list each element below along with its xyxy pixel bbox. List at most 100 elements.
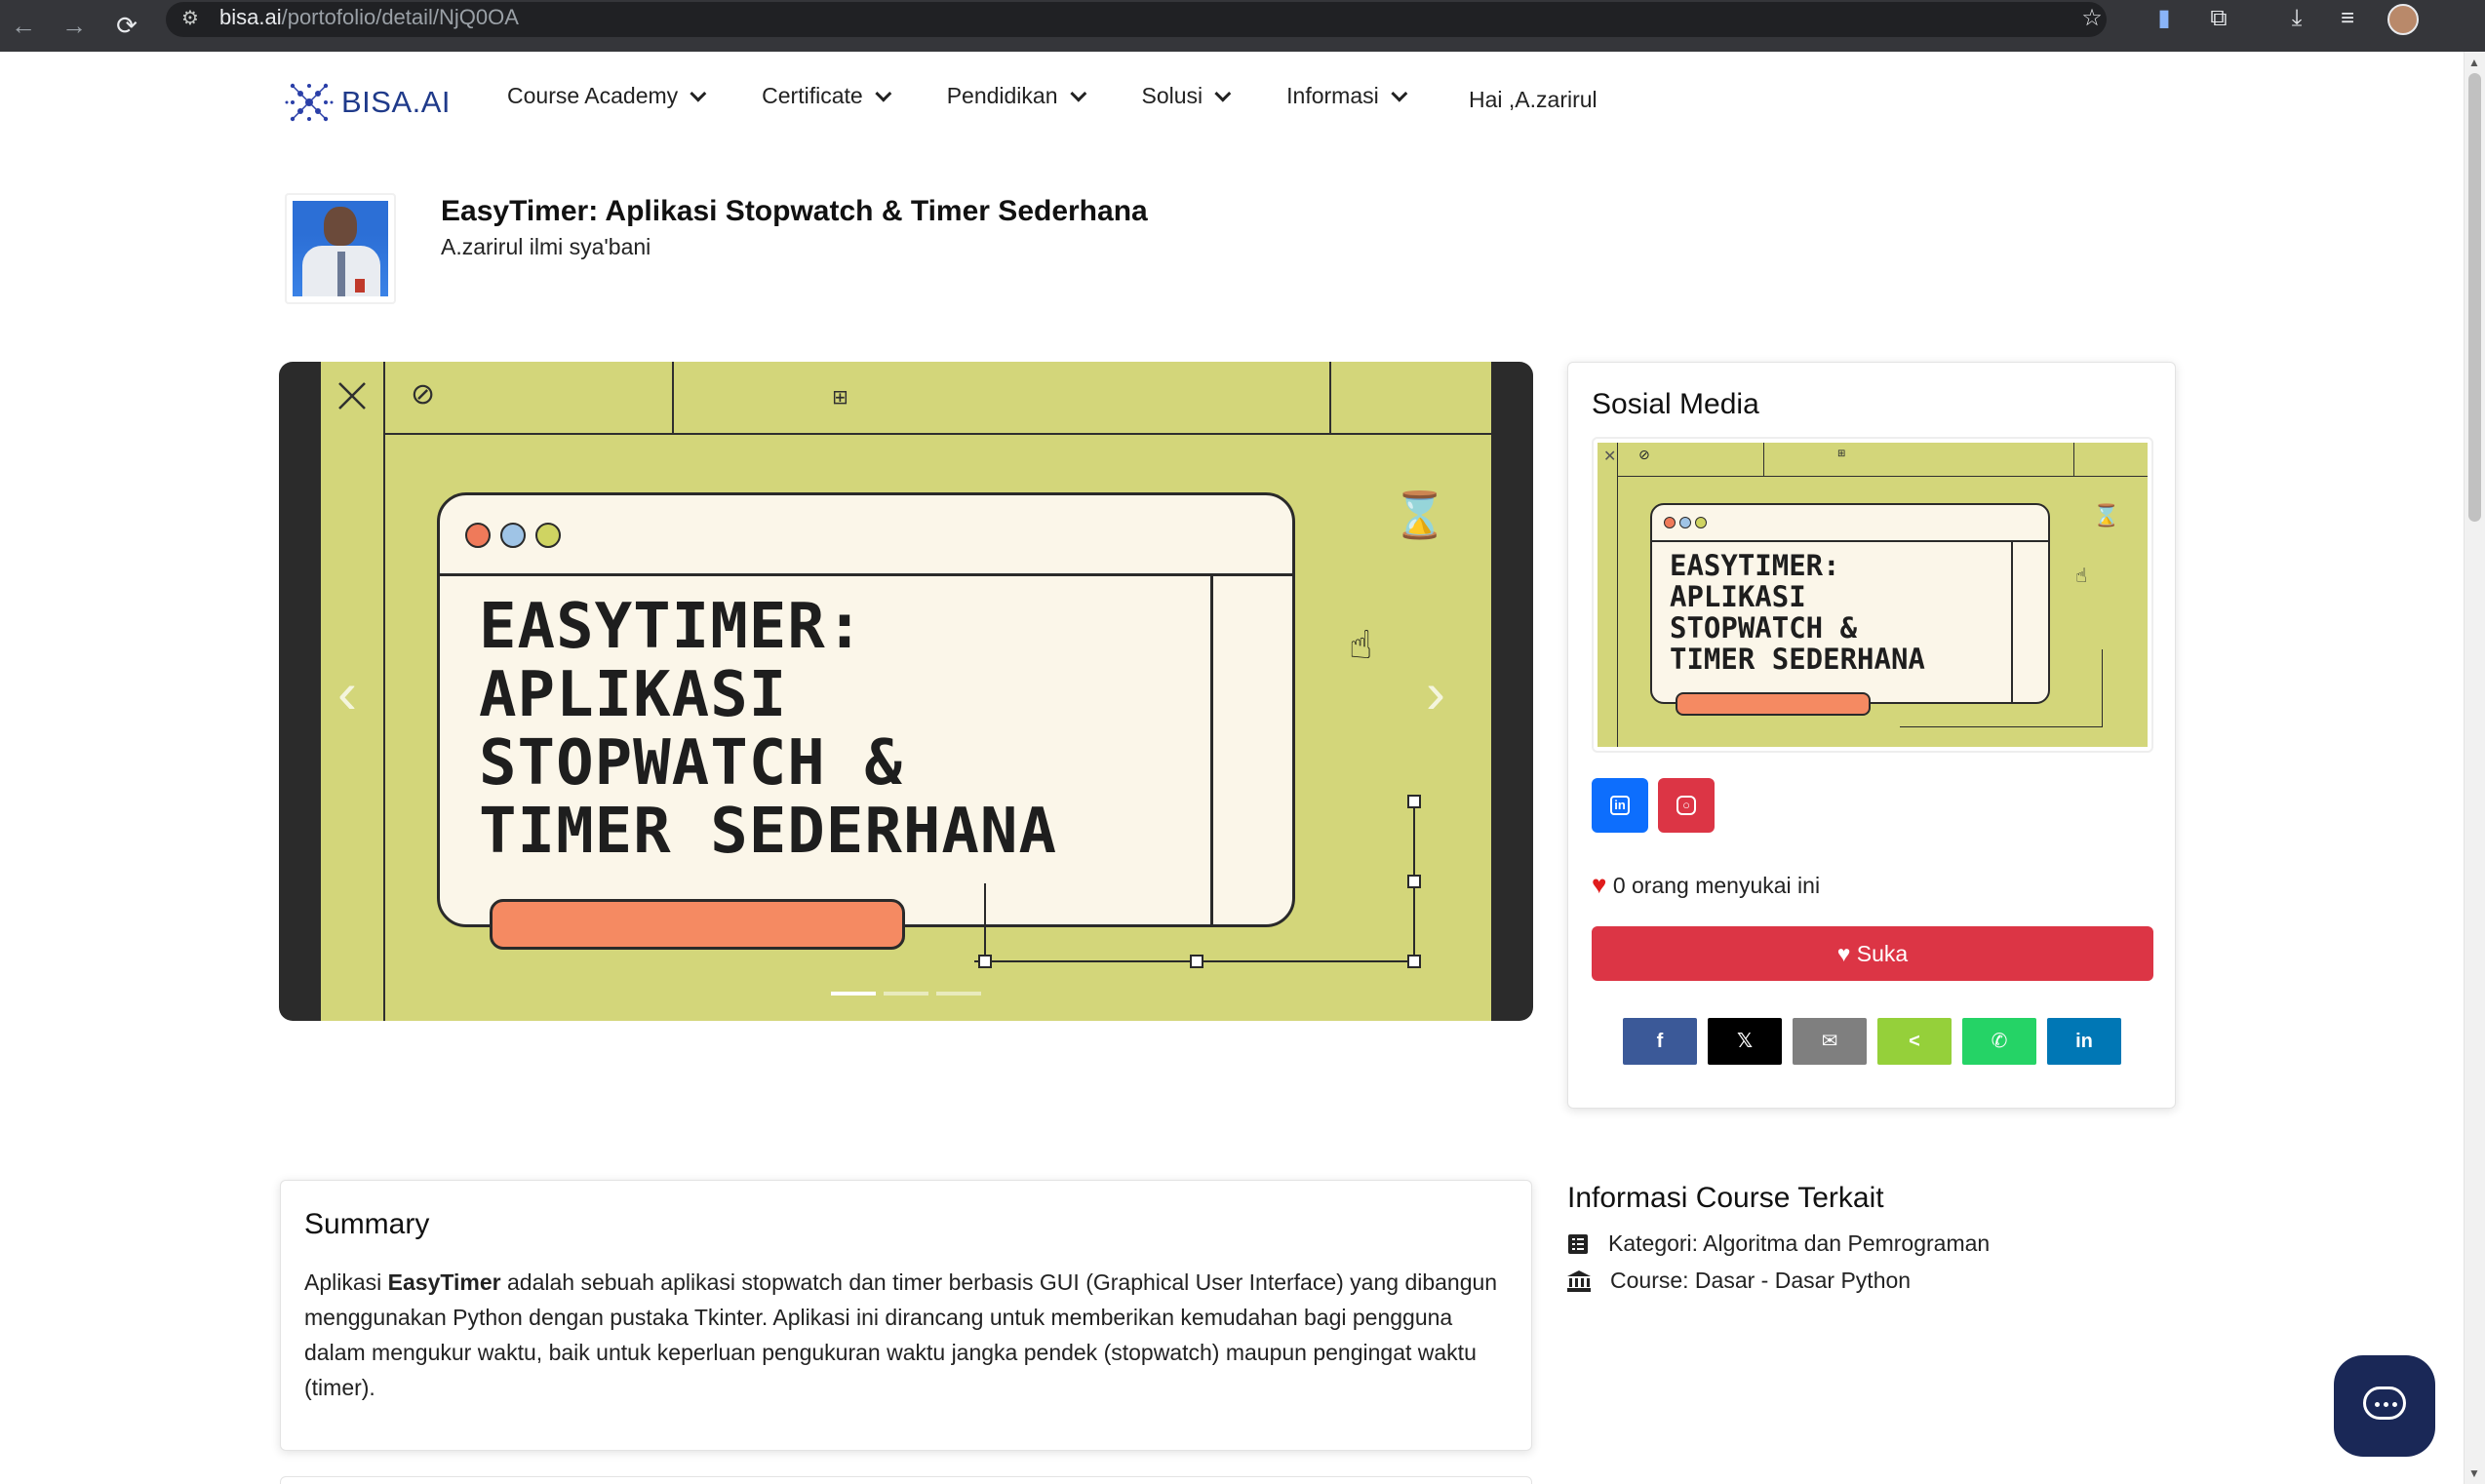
extensions-puzzle-icon[interactable]: ⧉ [2202, 2, 2235, 35]
slide-title-line: APLIKASI [479, 659, 788, 731]
selection-handle [978, 955, 992, 968]
window-dot-red [1664, 517, 1676, 528]
project-thumbnail: ✕ ⊘ ⊞ EASYTIMER: APLIKASI STOPWATCH & TI… [1592, 437, 2153, 753]
url-path: /portofolio/detail/NjQ0OA [281, 5, 519, 29]
selection-handle [1407, 795, 1421, 808]
bookmark-star-icon[interactable]: ☆ [2075, 2, 2109, 35]
list-icon [1568, 1233, 1588, 1254]
carousel-indicator[interactable] [831, 992, 876, 996]
thumb-line [1617, 476, 2148, 477]
thumb-title-line: EASYTIMER: [1670, 549, 1840, 582]
menu-certificate[interactable]: Certificate [762, 83, 892, 109]
share-whatsapp-button[interactable]: ✆ [1962, 1018, 2036, 1065]
share-facebook-button[interactable]: f [1623, 1018, 1697, 1065]
share-x-button[interactable]: 𝕏 [1708, 1018, 1782, 1065]
slide-divider [383, 433, 1491, 435]
selection-line [984, 883, 986, 963]
chat-dot [2375, 1402, 2380, 1407]
summary-lead: Aplikasi [304, 1269, 388, 1295]
hand-cursor-icon: ☝ [2075, 566, 2088, 587]
planet-icon: ⊘ [411, 378, 436, 410]
profile-avatar[interactable] [2387, 4, 2419, 35]
menu-label: Certificate [762, 83, 863, 108]
project-carousel[interactable]: ⊘ ⊞ ⌛ ☝ EASYTIMER: APLIKASI STOPWATCH & … [279, 362, 1533, 1021]
menu-label: Informasi [1286, 83, 1379, 108]
scroll-down-icon[interactable]: ▼ [2468, 1466, 2480, 1480]
selection-frame [974, 801, 1415, 962]
thumb-orange-bar [1676, 692, 1871, 716]
chevron-down-icon [1214, 85, 1232, 102]
reload-button[interactable]: ⟳ [109, 8, 144, 43]
browser-toolbar: ← → ⟳ ⚙ bisa.ai/portofolio/detail/NjQ0OA… [0, 0, 2485, 52]
linkedin-button[interactable]: in [1592, 778, 1648, 833]
site-settings-icon[interactable]: ⚙ [178, 6, 203, 31]
forward-button[interactable]: → [57, 8, 92, 43]
like-count-text: 0 orang menyukai ini [1612, 873, 1821, 898]
chevron-down-icon [690, 85, 707, 102]
carousel-prev-button[interactable]: ‹ [318, 654, 376, 732]
window-dot-green [535, 523, 561, 548]
course-category-text: Kategori: Algoritma dan Pemrograman [1608, 1230, 1991, 1256]
carousel-slide: ⊘ ⊞ ⌛ ☝ EASYTIMER: APLIKASI STOPWATCH & … [321, 362, 1491, 1021]
summary-text: Aplikasi EasyTimer adalah sebuah aplikas… [304, 1265, 1510, 1405]
menu-label: Solusi [1141, 83, 1203, 108]
hand-cursor-icon: ☝ [1349, 624, 1373, 667]
share-linkedin-button[interactable]: in [2047, 1018, 2121, 1065]
carousel-next-button[interactable]: › [1406, 654, 1465, 732]
url-host: bisa.ai [219, 5, 282, 29]
window-dot-blue [500, 523, 526, 548]
slide-orange-bar [490, 899, 905, 950]
photo-badge [355, 279, 365, 293]
carousel-indicator[interactable] [936, 992, 981, 996]
thumb-line [1763, 443, 1764, 476]
download-icon[interactable]: ⤓ [2280, 2, 2313, 35]
social-media-card: Sosial Media ✕ ⊘ ⊞ EASYTIMER: APLIKASI S… [1567, 362, 2176, 1109]
carousel-indicators [831, 992, 989, 996]
menu-solusi[interactable]: Solusi [1141, 83, 1232, 109]
url-text[interactable]: bisa.ai/portofolio/detail/NjQ0OA [219, 4, 519, 31]
thumb-line [1617, 443, 1618, 747]
selection-handle [1190, 955, 1203, 968]
slide-title-line: EASYTIMER: [479, 591, 865, 663]
chevron-down-icon [1069, 85, 1086, 102]
presentation-icon: ⊞ [1837, 449, 1846, 459]
user-greeting[interactable]: Hai ,A.zarirul [1469, 87, 1598, 113]
back-button[interactable]: ← [6, 8, 41, 43]
photo-tie [337, 252, 345, 296]
selection-handle [1407, 875, 1421, 888]
share-generic-button[interactable]: < [1877, 1018, 1952, 1065]
chat-button[interactable] [2334, 1355, 2435, 1457]
like-button[interactable]: ♥ Suka [1592, 926, 2153, 981]
menu-informasi[interactable]: Informasi [1286, 83, 1408, 109]
planet-icon: ⊘ [1638, 447, 1650, 462]
site-logo[interactable]: BISA.AI [283, 77, 451, 128]
thumbnail-image: ✕ ⊘ ⊞ EASYTIMER: APLIKASI STOPWATCH & TI… [1598, 443, 2148, 747]
chat-bubble-icon [2363, 1386, 2406, 1420]
scroll-up-icon[interactable]: ▲ [2468, 56, 2480, 69]
chat-dot [2384, 1402, 2388, 1407]
extension-icon[interactable]: ▮ [2148, 2, 2181, 35]
heart-icon: ♥ [1836, 941, 1851, 966]
share-email-button[interactable]: ✉ [1793, 1018, 1867, 1065]
media-control-icon[interactable]: ≡ [2331, 2, 2364, 35]
slide-divider [672, 362, 674, 434]
summary-heading: Summary [304, 1208, 430, 1240]
page-scrollbar[interactable]: ▲ ▼ [2464, 52, 2485, 1484]
window-title-bar [1652, 540, 2048, 542]
course-category: Kategori: Algoritma dan Pemrograman [1567, 1230, 1990, 1257]
instagram-icon: ○ [1676, 795, 1696, 815]
author-photo-image [293, 201, 388, 296]
course-name-text: Course: Dasar - Dasar Python [1610, 1268, 1912, 1293]
close-icon [338, 382, 366, 410]
summary-bold: EasyTimer [387, 1269, 501, 1295]
chat-dot [2392, 1402, 2397, 1407]
logo-text: BISA.AI [341, 85, 452, 119]
chevron-down-icon [875, 85, 892, 102]
menu-course-academy[interactable]: Course Academy [507, 83, 707, 109]
social-heading: Sosial Media [1592, 388, 1759, 420]
thumb-line [2073, 443, 2074, 476]
menu-pendidikan[interactable]: Pendidikan [947, 83, 1086, 109]
instagram-button[interactable]: ○ [1658, 778, 1715, 833]
carousel-indicator[interactable] [884, 992, 928, 996]
scrollbar-thumb[interactable] [2468, 73, 2481, 522]
